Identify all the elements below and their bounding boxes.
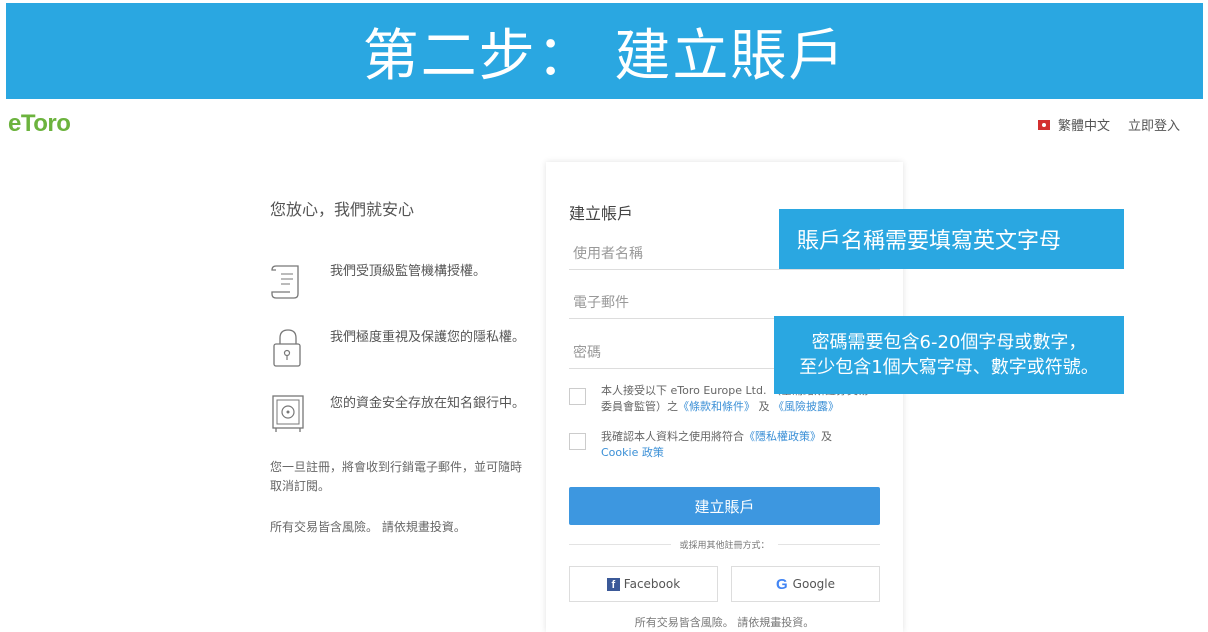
language-selector[interactable]: 繁體中文 xyxy=(1058,115,1110,134)
facebook-button[interactable]: f Facebook xyxy=(569,566,718,602)
etoro-logo[interactable]: eToro xyxy=(8,110,71,138)
create-account-button[interactable]: 建立賬戶 xyxy=(569,487,880,525)
risk-disclosure-link[interactable]: 《風險披露》 xyxy=(773,400,839,413)
or-separator: 或採用其他註冊方式： xyxy=(546,538,903,551)
privacy-and: 及 xyxy=(821,430,832,443)
form-footer: 所有交易皆含風險。 請依規畫投資。 xyxy=(634,616,815,629)
terms-link[interactable]: 《條款和條件》 xyxy=(678,400,755,413)
feature-text: 我們極度重視及保護您的隱私權。 xyxy=(330,330,526,345)
google-button[interactable]: G Google xyxy=(731,566,880,602)
form-title: 建立帳戶 xyxy=(569,204,634,223)
scroll-icon xyxy=(271,265,299,299)
terms-checkbox[interactable] xyxy=(569,388,586,405)
feature-funds: 您的資金安全存放在知名銀行中。 xyxy=(270,392,530,436)
feature-text: 您的資金安全存放在知名銀行中。 xyxy=(330,396,526,411)
callout-line: 密碼需要包含6-20個字母或數字， xyxy=(811,332,1087,353)
title-banner: 第二步： 建立賬戶 xyxy=(6,3,1203,99)
callout-text: 賬戶名稱需要填寫英文字母 xyxy=(797,229,1062,254)
privacy-label: 我確認本人資料之使用將符合 xyxy=(601,430,744,443)
feature-text: 我們受頂級監管機構授權。 xyxy=(330,264,487,279)
privacy-policy-link[interactable]: 《隱私權政策》 xyxy=(744,430,821,443)
trust-panel: 您放心，我們就安心 我們受頂級監管機構授權。 我們極度重視及保護您的隱私權。 您… xyxy=(270,196,530,535)
flag-icon xyxy=(1037,119,1050,130)
terms-and: 及 xyxy=(755,400,773,413)
padlock-icon xyxy=(273,329,301,367)
privacy-text: 我確認本人資料之使用將符合《隱私權政策》及 Cookie 政策 xyxy=(601,429,871,461)
banner-title: 第二步： 建立賬戶 xyxy=(362,23,847,89)
feature-privacy: 我們極度重視及保護您的隱私權。 xyxy=(270,326,530,370)
facebook-icon: f xyxy=(606,577,620,591)
trust-headline: 您放心，我們就安心 xyxy=(270,200,415,219)
or-label: 或採用其他註冊方式： xyxy=(671,541,778,551)
google-label: Google xyxy=(792,577,835,591)
feature-regulated: 我們受頂級監管機構授權。 xyxy=(270,260,530,304)
header-right: 繁體中文 立即登入 xyxy=(1037,115,1180,134)
google-icon: G xyxy=(776,575,788,593)
login-link[interactable]: 立即登入 xyxy=(1128,115,1180,134)
callout-line: 至少包含1個大寫字母、數字或符號。 xyxy=(799,357,1099,378)
privacy-checkbox[interactable] xyxy=(569,433,586,450)
email-input[interactable]: 電子郵件 xyxy=(569,285,880,319)
risk-note: 所有交易皆含風險。 請依規畫投資。 xyxy=(270,520,466,534)
marketing-note: 您一旦註冊，將會收到行銷電子郵件，並可隨時取消訂閱。 xyxy=(270,460,523,493)
password-callout: 密碼需要包含6-20個字母或數字， 至少包含1個大寫字母、數字或符號。 xyxy=(774,316,1124,394)
facebook-label: Facebook xyxy=(623,577,681,591)
account-name-callout: 賬戶名稱需要填寫英文字母 xyxy=(779,209,1124,269)
safe-icon xyxy=(272,395,304,432)
cookie-policy-link[interactable]: Cookie 政策 xyxy=(601,446,664,459)
